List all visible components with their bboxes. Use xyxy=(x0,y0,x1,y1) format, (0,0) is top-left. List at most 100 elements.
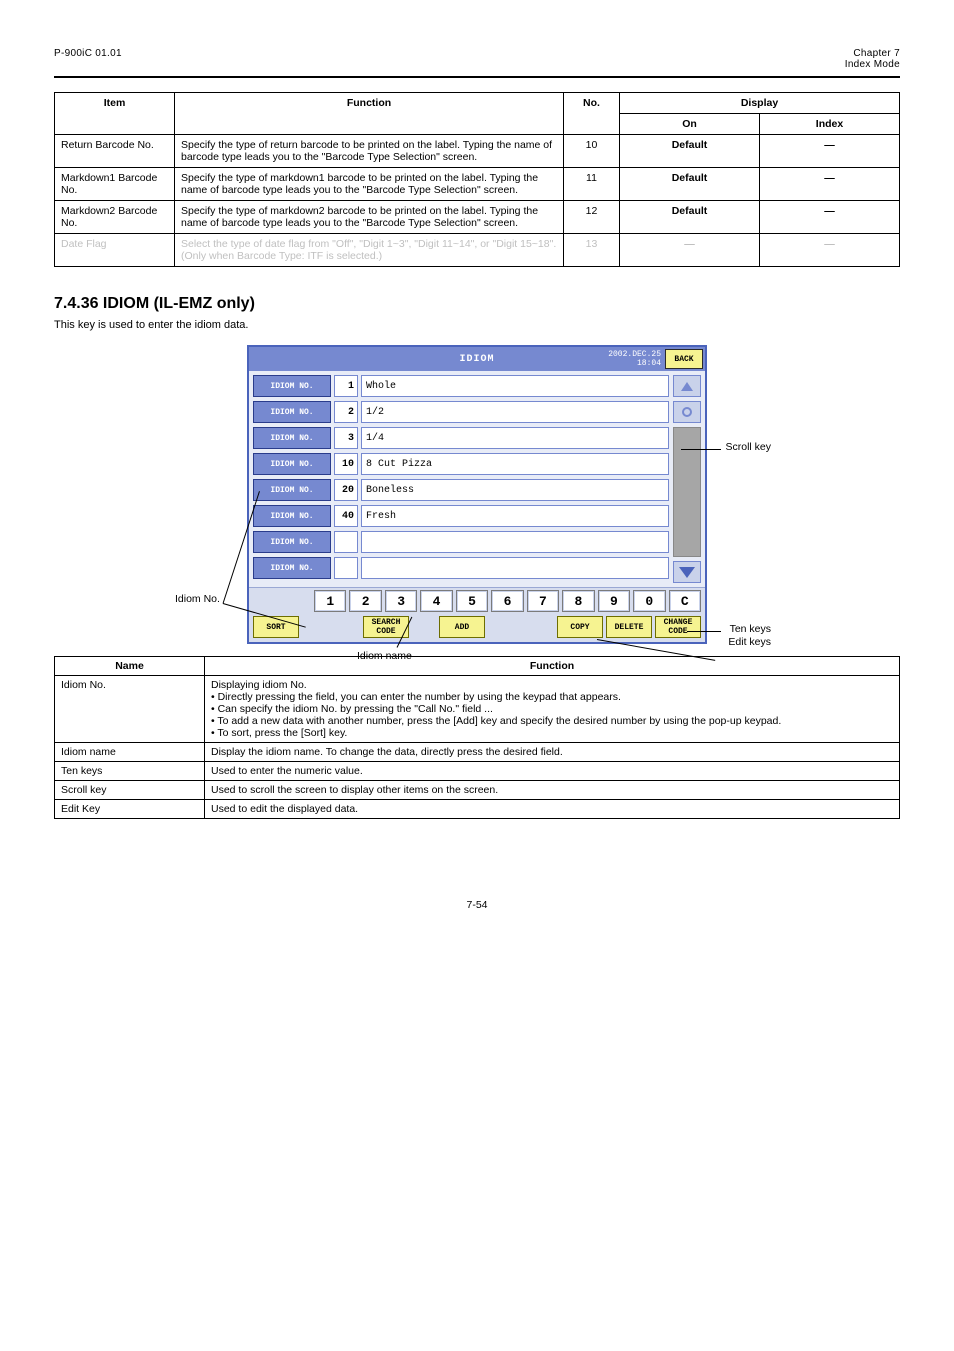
numkey-2[interactable]: 2 xyxy=(349,590,381,612)
callout-idiom-no: Idiom No. xyxy=(175,593,220,605)
delete-button[interactable]: DELETE xyxy=(606,616,652,638)
back-button[interactable]: BACK xyxy=(665,349,703,369)
circle-icon xyxy=(682,407,692,417)
numkey-9[interactable]: 9 xyxy=(598,590,630,612)
cell-func: Specify the type of markdown1 barcode to… xyxy=(175,168,564,201)
screen-timestamp: 2002.DEC.25 18:04 xyxy=(608,350,661,368)
cell-disp-head: Default xyxy=(620,168,760,201)
spec-th-disp-ind: Index xyxy=(760,114,900,135)
clear-button[interactable]: C xyxy=(669,590,701,612)
screenshot-container: Idiom No. Idiom name Scroll key Ten keys… xyxy=(247,345,707,644)
add-button[interactable]: ADD xyxy=(439,616,485,638)
running-header-right: Chapter 7 Index Mode xyxy=(845,48,900,70)
scroll-up-button[interactable] xyxy=(673,375,701,397)
idiom-screen: IDIOM 2002.DEC.25 18:04 BACK IDIOM NO.1W… xyxy=(247,345,707,644)
idiom-no-label: IDIOM NO. xyxy=(253,531,331,553)
numkey-4[interactable]: 4 xyxy=(420,590,452,612)
cell-name: Scroll key xyxy=(55,781,205,800)
table-row: Ten keysUsed to enter the numeric value. xyxy=(55,762,900,781)
cell-disp-ind: — xyxy=(760,168,900,201)
explanation-table: Name Function Idiom No.Displaying idiom … xyxy=(54,656,900,819)
cell-func: Specify the type of markdown2 barcode to… xyxy=(175,201,564,234)
cell-func: Used to scroll the screen to display oth… xyxy=(205,781,900,800)
table-row: Idiom nameDisplay the idiom name. To cha… xyxy=(55,743,900,762)
idiom-no-field[interactable]: 10 xyxy=(334,453,358,475)
idiom-row: IDIOM NO.1Whole xyxy=(253,375,669,397)
cell-item: Date Flag xyxy=(55,234,175,267)
scrollbar xyxy=(671,371,705,587)
numkey-8[interactable]: 8 xyxy=(562,590,594,612)
cell-no: 10 xyxy=(564,135,620,168)
change-code-button[interactable]: CHANGE CODE xyxy=(655,616,701,638)
table-row: Return Barcode No.Specify the type of re… xyxy=(55,135,900,168)
idiom-name-field[interactable]: 1/4 xyxy=(361,427,669,449)
expl-th-func: Function xyxy=(205,657,900,676)
spec-th-item: Item xyxy=(55,93,175,135)
numpad: 1234567890C xyxy=(249,587,705,614)
callout-idiom-name: Idiom name xyxy=(357,650,412,662)
idiom-no-field[interactable] xyxy=(334,557,358,579)
idiom-no-label: IDIOM NO. xyxy=(253,557,331,579)
cell-disp-ind: — xyxy=(760,135,900,168)
triangle-down-icon xyxy=(679,567,695,578)
idiom-name-field[interactable]: 1/2 xyxy=(361,401,669,423)
cell-func: Specify the type of return barcode to be… xyxy=(175,135,564,168)
cell-disp-head: — xyxy=(620,234,760,267)
triangle-up-icon xyxy=(681,382,693,391)
cell-no: 13 xyxy=(564,234,620,267)
numkey-6[interactable]: 6 xyxy=(491,590,523,612)
scroll-down-button[interactable] xyxy=(673,561,701,583)
idiom-no-field[interactable] xyxy=(334,531,358,553)
scroll-track[interactable] xyxy=(673,427,701,557)
titlebar: IDIOM 2002.DEC.25 18:04 BACK xyxy=(249,347,705,371)
idiom-name-field[interactable]: 8 Cut Pizza xyxy=(361,453,669,475)
expl-th-name: Name xyxy=(55,657,205,676)
cell-no: 12 xyxy=(564,201,620,234)
idiom-no-field[interactable]: 3 xyxy=(334,427,358,449)
cell-disp-ind: — xyxy=(760,201,900,234)
callout-scroll: Scroll key xyxy=(725,441,771,453)
table-row: Edit KeyUsed to edit the displayed data. xyxy=(55,800,900,819)
numkey-0[interactable]: 0 xyxy=(633,590,665,612)
idiom-name-field[interactable] xyxy=(361,557,669,579)
idiom-name-field[interactable]: Whole xyxy=(361,375,669,397)
idiom-row: IDIOM NO.20Boneless xyxy=(253,479,669,501)
table-row: Idiom No.Displaying idiom No.• Directly … xyxy=(55,676,900,743)
numkey-7[interactable]: 7 xyxy=(527,590,559,612)
idiom-no-field[interactable]: 40 xyxy=(334,505,358,527)
spec-th-func: Function xyxy=(175,93,564,135)
cell-item: Return Barcode No. xyxy=(55,135,175,168)
command-bar: SORT SEARCH CODE ADD COPY DELETE CHANGE … xyxy=(249,614,705,642)
callout-ten-keys: Ten keys xyxy=(730,623,771,635)
spec-table: Item Function No. Display On Index Retur… xyxy=(54,92,900,267)
copy-button[interactable]: COPY xyxy=(557,616,603,638)
idiom-no-label: IDIOM NO. xyxy=(253,505,331,527)
idiom-no-label: IDIOM NO. xyxy=(253,427,331,449)
header-rule xyxy=(54,76,900,78)
numkey-1[interactable]: 1 xyxy=(314,590,346,612)
idiom-no-field[interactable]: 20 xyxy=(334,479,358,501)
idiom-no-label: IDIOM NO. xyxy=(253,401,331,423)
numkey-5[interactable]: 5 xyxy=(456,590,488,612)
cell-disp-head: Default xyxy=(620,135,760,168)
scroll-top-button[interactable] xyxy=(673,401,701,423)
idiom-name-field[interactable] xyxy=(361,531,669,553)
idiom-row: IDIOM NO.108 Cut Pizza xyxy=(253,453,669,475)
idiom-name-field[interactable]: Boneless xyxy=(361,479,669,501)
idiom-name-field[interactable]: Fresh xyxy=(361,505,669,527)
table-row: Markdown1 Barcode No.Specify the type of… xyxy=(55,168,900,201)
cell-disp-head: Default xyxy=(620,201,760,234)
idiom-no-field[interactable]: 1 xyxy=(334,375,358,397)
cell-func: Used to enter the numeric value. xyxy=(205,762,900,781)
cell-func: Select the type of date flag from "Off",… xyxy=(175,234,564,267)
cell-disp-ind: — xyxy=(760,234,900,267)
running-header: P-900iC 01.01 Chapter 7 Index Mode xyxy=(54,48,900,70)
table-row: Date FlagSelect the type of date flag fr… xyxy=(55,234,900,267)
cell-item: Markdown1 Barcode No. xyxy=(55,168,175,201)
running-header-left: P-900iC 01.01 xyxy=(54,48,122,70)
spec-th-no: No. xyxy=(564,93,620,135)
idiom-no-field[interactable]: 2 xyxy=(334,401,358,423)
spec-th-disp-head: On xyxy=(620,114,760,135)
cell-func: Used to edit the displayed data. xyxy=(205,800,900,819)
numkey-3[interactable]: 3 xyxy=(385,590,417,612)
